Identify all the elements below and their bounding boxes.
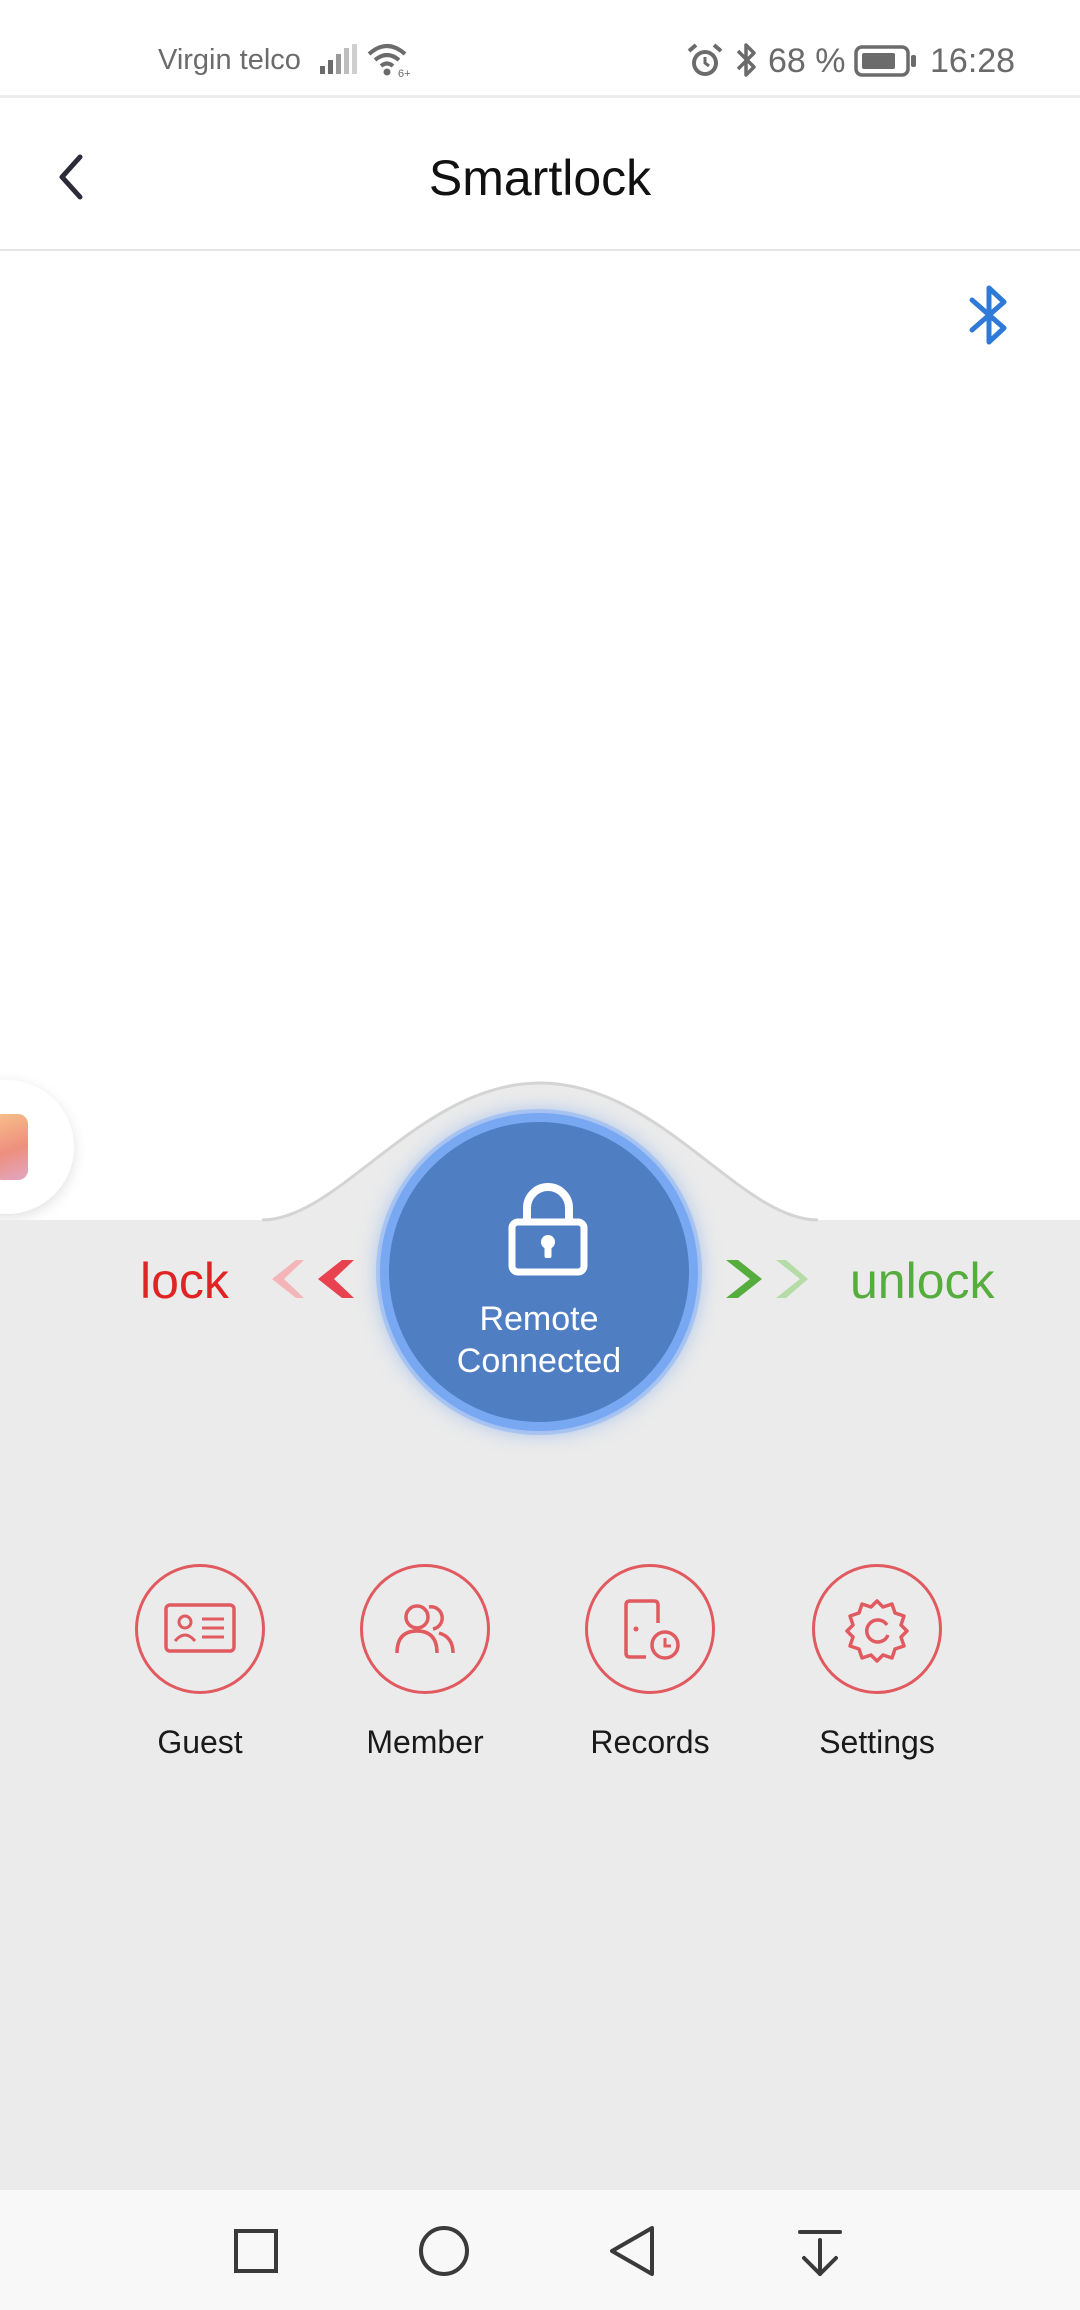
notification-button[interactable]: [760, 2190, 880, 2310]
battery-percent: 68 %: [768, 42, 846, 80]
carrier-name: Virgin telco: [158, 44, 301, 76]
records-label: Records: [590, 1724, 710, 1760]
bluetooth-status-icon: [736, 43, 756, 77]
page-title: Smartlock: [428, 150, 652, 206]
guest-button[interactable]: Guest: [100, 1562, 300, 1762]
guest-icon-ring: [135, 1564, 265, 1694]
member-label: Member: [366, 1724, 484, 1760]
settings-button[interactable]: Settings: [777, 1562, 977, 1762]
remote-lock-button[interactable]: Remote Connected: [380, 1113, 698, 1431]
back-nav-button[interactable]: [572, 2190, 692, 2310]
square-recent-icon: [234, 2229, 278, 2273]
button-status-line1: Remote: [479, 1300, 599, 1338]
lock-label[interactable]: lock: [140, 1252, 229, 1310]
settings-icon-ring: [812, 1564, 942, 1694]
button-status-line2: Connected: [456, 1342, 622, 1380]
notification-down-icon: [798, 2230, 842, 2276]
unlock-label[interactable]: unlock: [850, 1252, 995, 1310]
system-nav-bar: [0, 2190, 1080, 2310]
guest-label: Guest: [157, 1724, 243, 1760]
wifi-icon: 6+: [367, 44, 411, 78]
recent-apps-button[interactable]: [196, 2190, 316, 2310]
settings-label: Settings: [819, 1724, 935, 1760]
member-button[interactable]: Member: [325, 1562, 525, 1762]
records-icon-ring: [585, 1564, 715, 1694]
id-card-icon: [164, 1603, 236, 1653]
door-clock-icon: [624, 1599, 680, 1660]
chevrons-left-icon: [272, 1260, 354, 1298]
alarm-icon: [687, 43, 723, 76]
app-header: Smartlock: [0, 101, 1080, 251]
status-bar: Virgin telco 6+ 68 % 16:28: [0, 0, 1080, 98]
home-button[interactable]: [384, 2190, 504, 2310]
member-icon-ring: [360, 1564, 490, 1694]
clock: 16:28: [930, 42, 1016, 80]
svg-text:6+: 6+: [398, 68, 411, 78]
bluetooth-icon[interactable]: [966, 282, 1014, 348]
padlock-icon: [508, 1183, 588, 1276]
screen: Virgin telco 6+ 68 % 16:28 Smartlock loc…: [0, 0, 1080, 2310]
circle-home-icon: [419, 2226, 469, 2276]
gear-icon: [845, 1599, 909, 1663]
chevrons-right-icon: [726, 1260, 808, 1298]
battery-icon: [854, 45, 916, 77]
signal-icon: [320, 44, 357, 74]
triangle-back-icon: [610, 2226, 654, 2276]
records-button[interactable]: Records: [550, 1562, 750, 1762]
users-icon: [395, 1604, 455, 1654]
